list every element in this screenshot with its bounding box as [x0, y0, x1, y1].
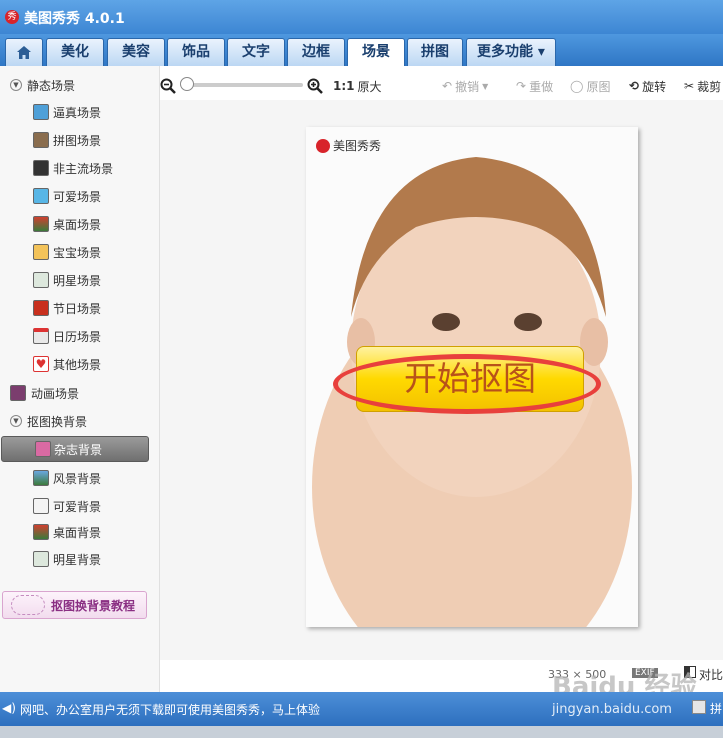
- chevron-down-icon: ▼: [482, 81, 489, 91]
- zoom-slider-track[interactable]: [185, 83, 303, 87]
- tab-beauty[interactable]: 美容: [107, 38, 165, 66]
- chevron-down-icon: ▼: [10, 415, 22, 427]
- crop-button[interactable]: ✂ 裁剪: [684, 77, 721, 95]
- zoom-out-icon: [160, 78, 176, 94]
- sidebar-item-nonmainstream-scene[interactable]: 非主流场景: [33, 158, 113, 178]
- category-cutout-background[interactable]: ▼ 抠图换背景: [10, 412, 87, 430]
- original-image-button[interactable]: ◯ 原图: [570, 77, 610, 95]
- collage-shortcut-label[interactable]: 拼: [710, 700, 722, 717]
- tab-beautify[interactable]: 美化: [46, 38, 104, 66]
- scene-thumbnail-icon: [33, 498, 49, 514]
- scissors-icon: ✂: [684, 79, 695, 93]
- baidu-watermark-url: jingyan.baidu.com: [552, 702, 672, 717]
- category-animated-scenes[interactable]: 动画场景: [10, 384, 79, 402]
- tab-frame[interactable]: 边框: [287, 38, 345, 66]
- tab-accessories[interactable]: 饰品: [167, 38, 225, 66]
- sidebar-item-calendar-scene[interactable]: 日历场景: [33, 326, 101, 346]
- scene-thumbnail-icon: [33, 272, 49, 288]
- calendar-icon: [33, 328, 49, 344]
- main-tab-bar: 美化 美容 饰品 文字 边框 场景 拼图 更多功能 ▾: [0, 34, 723, 66]
- tab-scene[interactable]: 场景: [347, 38, 405, 66]
- original-size-label: 原大: [357, 79, 382, 94]
- original-size-button[interactable]: 1:1 原大: [333, 77, 382, 95]
- app-logo-icon: [316, 138, 330, 153]
- collage-shortcut-icon[interactable]: [692, 700, 706, 714]
- tab-text[interactable]: 文字: [227, 38, 285, 66]
- sidebar-item-cute-scene[interactable]: 可爱场景: [33, 186, 101, 206]
- app-logo-icon: 秀: [5, 10, 19, 24]
- chevron-down-icon: ▼: [10, 79, 22, 91]
- sidebar-item-star-scene[interactable]: 明星场景: [33, 270, 101, 290]
- heart-icon: ♥: [33, 356, 49, 372]
- zoom-out-button[interactable]: [160, 77, 176, 95]
- scene-thumbnail-icon: [33, 216, 49, 232]
- rotate-button[interactable]: ⟲ 旋转: [629, 77, 666, 95]
- zoom-ratio-label: 1:1: [333, 79, 355, 93]
- sidebar-item-festival-scene[interactable]: 节日场景: [33, 298, 101, 318]
- zoom-in-icon: [307, 78, 323, 94]
- sidebar-item-baby-scene[interactable]: 宝宝场景: [33, 242, 101, 262]
- scene-thumbnail-icon: [33, 524, 49, 540]
- scene-thumbnail-icon: [33, 551, 49, 567]
- scene-thumbnail-icon: [33, 244, 49, 260]
- category-static-scenes[interactable]: ▼ 静态场景: [10, 76, 75, 94]
- sidebar-item-magazine-background[interactable]: 杂志背景: [1, 436, 149, 462]
- tab-home[interactable]: [5, 38, 43, 66]
- title-bar: 秀 美图秀秀 4.0.1: [0, 0, 723, 34]
- scene-thumbnail-icon: [33, 300, 49, 316]
- tab-collage[interactable]: 拼图: [407, 38, 463, 66]
- zoom-slider-handle[interactable]: [180, 77, 194, 91]
- sidebar-item-desktop-background[interactable]: 桌面背景: [33, 522, 101, 542]
- sidebar-item-landscape-background[interactable]: 风景背景: [33, 468, 101, 488]
- scene-thumbnail-icon: [33, 132, 49, 148]
- sidebar-item-cute-background[interactable]: 可爱背景: [33, 496, 101, 516]
- redo-button[interactable]: ↷ 重做: [516, 77, 553, 95]
- undo-icon: ↶: [442, 79, 453, 93]
- zoom-in-button[interactable]: [307, 77, 323, 95]
- sidebar-item-desktop-scene[interactable]: 桌面场景: [33, 214, 101, 234]
- scene-thumbnail-icon: [33, 160, 49, 176]
- footprint-icon: [11, 595, 45, 615]
- watermark-logo: 美图秀秀: [316, 137, 381, 154]
- taskbar-strip: [0, 726, 723, 738]
- app-title: 美图秀秀 4.0.1: [24, 11, 125, 27]
- speaker-icon: ◀): [2, 701, 16, 715]
- promo-message[interactable]: 网吧、办公室用户无须下载即可使用美图秀秀，马上体验: [20, 701, 320, 718]
- film-icon: [10, 385, 26, 401]
- sidebar-item-realistic-scene[interactable]: 逼真场景: [33, 102, 101, 122]
- rotate-icon: ⟲: [629, 79, 640, 93]
- scene-thumbnail-icon: [33, 470, 49, 486]
- cutout-tutorial-button[interactable]: 抠图换背景教程: [2, 591, 147, 619]
- tab-more-functions[interactable]: 更多功能 ▾: [466, 38, 556, 66]
- highlight-ellipse: [333, 354, 601, 414]
- scene-thumbnail-icon: [35, 441, 51, 457]
- scene-thumbnail-icon: [33, 104, 49, 120]
- home-icon: [17, 46, 31, 59]
- sidebar-item-collage-scene[interactable]: 拼图场景: [33, 130, 101, 150]
- circle-icon: ◯: [570, 79, 584, 93]
- undo-button[interactable]: ↶ 撤销 ▼: [442, 77, 488, 95]
- sidebar-item-star-background[interactable]: 明星背景: [33, 549, 101, 569]
- scene-thumbnail-icon: [33, 188, 49, 204]
- redo-icon: ↷: [516, 79, 527, 93]
- sidebar-item-other-scene[interactable]: ♥ 其他场景: [33, 354, 101, 374]
